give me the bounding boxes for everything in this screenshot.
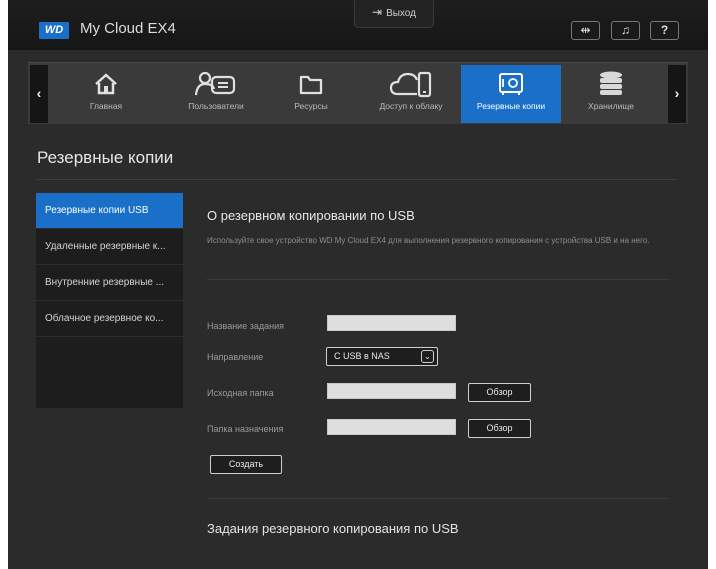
help-button[interactable]: ? bbox=[650, 21, 679, 40]
direction-select[interactable]: С USB в NAS ⌄ bbox=[326, 347, 438, 366]
sidebar-item-internal-backups[interactable]: Внутренние резервные ... bbox=[36, 265, 183, 301]
logout-icon: ⇥ bbox=[372, 5, 383, 19]
nav-label: Резервные копии bbox=[476, 101, 546, 111]
safe-icon bbox=[461, 65, 561, 97]
nav-prev-button[interactable]: ‹ bbox=[30, 65, 48, 123]
create-button[interactable]: Создать bbox=[210, 455, 282, 474]
job-name-input[interactable] bbox=[327, 315, 456, 331]
storage-icon bbox=[561, 65, 661, 97]
usb-icon: ⇹ bbox=[580, 23, 591, 37]
home-icon bbox=[56, 65, 156, 97]
direction-label: Направление bbox=[207, 352, 264, 362]
page-title: Резервные копии bbox=[37, 148, 174, 167]
jobs-divider bbox=[207, 498, 669, 499]
app-title: My Cloud EX4 bbox=[80, 20, 176, 37]
title-divider bbox=[37, 179, 677, 180]
source-folder-label: Исходная папка bbox=[207, 388, 274, 398]
nav-label: Хранилище bbox=[588, 101, 634, 111]
cloud-access-icon bbox=[361, 65, 461, 98]
notifications-button[interactable]: ♫ bbox=[611, 21, 640, 40]
destination-folder-input[interactable] bbox=[327, 419, 456, 435]
folder-icon bbox=[261, 65, 361, 97]
sidebar-item-cloud-backups[interactable]: Облачное резервное ко... bbox=[36, 301, 183, 337]
source-folder-input[interactable] bbox=[327, 383, 456, 399]
nav-item-home[interactable]: Главная bbox=[56, 65, 156, 123]
users-icon bbox=[166, 65, 266, 97]
browse-source-button[interactable]: Обзор bbox=[468, 383, 531, 402]
browse-destination-button[interactable]: Обзор bbox=[468, 419, 531, 438]
chevron-left-icon: ‹ bbox=[36, 85, 42, 101]
help-icon: ? bbox=[660, 23, 669, 37]
nav-label: Доступ к облаку bbox=[379, 101, 443, 111]
section-title: О резервном копировании по USB bbox=[207, 208, 415, 223]
section-divider bbox=[207, 279, 669, 280]
sidebar-item-usb-backups[interactable]: Резервные копии USB bbox=[36, 193, 183, 229]
nav-item-users[interactable]: Пользователи bbox=[166, 65, 266, 123]
destination-folder-label: Папка назначения bbox=[207, 424, 284, 434]
app-frame: WD My Cloud EX4 ⇥Выход ⇹ ♫ ? ‹ Главная bbox=[8, 0, 708, 569]
nav-item-backups[interactable]: Резервные копии bbox=[461, 65, 561, 123]
sidebar-item-remote-backups[interactable]: Удаленные резервные к... bbox=[36, 229, 183, 265]
bell-icon: ♫ bbox=[621, 23, 630, 37]
wd-logo: WD bbox=[39, 22, 69, 39]
jobs-title: Задания резервного копирования по USB bbox=[207, 521, 459, 536]
logout-label: Выход bbox=[386, 8, 416, 19]
logout-button[interactable]: ⇥ Выход bbox=[354, 0, 434, 28]
nav-item-cloud-access[interactable]: Доступ к облаку bbox=[361, 65, 461, 123]
nav-label: Пользователи bbox=[188, 101, 244, 111]
main-nav: ‹ Главная Пользователи Ресурсы Доступ к bbox=[28, 62, 688, 124]
nav-label: Главная bbox=[89, 101, 123, 111]
nav-next-button[interactable]: › bbox=[668, 65, 686, 123]
nav-label: Ресурсы bbox=[294, 101, 328, 111]
nav-item-resources[interactable]: Ресурсы bbox=[261, 65, 361, 123]
section-description: Используйте свое устройство WD My Cloud … bbox=[207, 236, 650, 245]
direction-value: С USB в NAS bbox=[334, 351, 390, 361]
top-bar: WD My Cloud EX4 ⇥ Выход ⇹ ♫ ? bbox=[8, 0, 708, 50]
chevron-down-icon: ⌄ bbox=[421, 350, 434, 363]
job-name-label: Название задания bbox=[207, 321, 284, 331]
nav-item-storage[interactable]: Хранилище bbox=[561, 65, 661, 123]
chevron-right-icon: › bbox=[674, 85, 680, 101]
usb-button[interactable]: ⇹ bbox=[571, 21, 600, 40]
sidebar: Резервные копии USB Удаленные резервные … bbox=[36, 193, 183, 408]
